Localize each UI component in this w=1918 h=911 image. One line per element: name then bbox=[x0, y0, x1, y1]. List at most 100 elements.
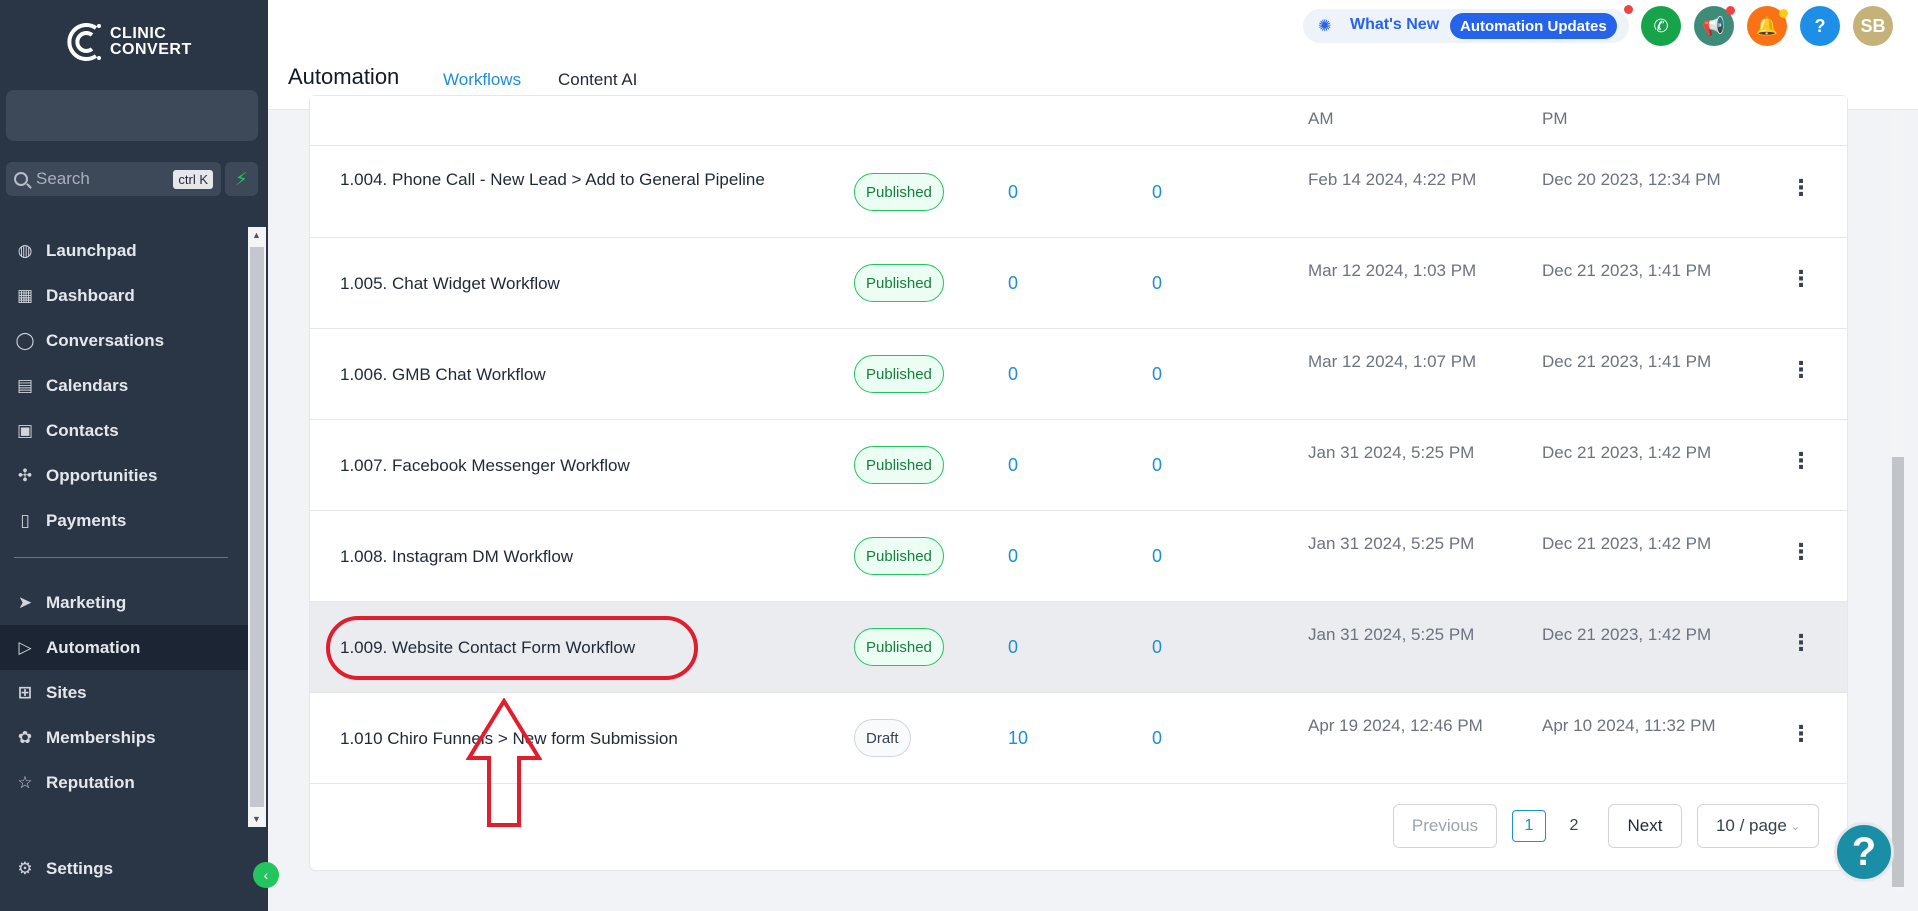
table-row[interactable]: 1.006. GMB Chat Workflow Published 0 0 M… bbox=[310, 329, 1847, 420]
sidebar-item-dashboard[interactable]: ▦ Dashboard bbox=[0, 273, 248, 318]
more-actions-icon[interactable]: ⋮ bbox=[1790, 721, 1812, 747]
enrolled-count[interactable]: 0 bbox=[1008, 271, 1018, 296]
main-scrollbar[interactable] bbox=[1892, 112, 1904, 892]
workflow-name[interactable]: 1.006. GMB Chat Workflow bbox=[340, 362, 780, 387]
workflow-name[interactable]: 1.008. Instagram DM Workflow bbox=[340, 544, 780, 569]
dashboard-icon: ▦ bbox=[16, 285, 34, 305]
active-count[interactable]: 0 bbox=[1152, 362, 1162, 387]
more-actions-icon[interactable]: ⋮ bbox=[1790, 175, 1812, 201]
table-row[interactable]: AM PM bbox=[310, 96, 1847, 146]
table-row[interactable]: 1.005. Chat Widget Workflow Published 0 … bbox=[310, 238, 1847, 329]
more-actions-icon[interactable]: ⋮ bbox=[1790, 539, 1812, 565]
previous-page-button[interactable]: Previous bbox=[1393, 804, 1497, 848]
status-badge: Published bbox=[854, 446, 944, 484]
logo-mark-icon bbox=[67, 23, 101, 61]
sidebar-item-label: Conversations bbox=[46, 330, 165, 350]
active-count[interactable]: 0 bbox=[1152, 635, 1162, 660]
created-date: Dec 21 2023, 1:41 PM bbox=[1542, 352, 1712, 371]
page-size-value: 10 / page bbox=[1715, 816, 1787, 835]
brand-line1: CLINIC bbox=[110, 25, 167, 42]
launchpad-icon: ◍ bbox=[17, 240, 33, 260]
sidebar-scrollbar[interactable]: ▲ ▼ bbox=[248, 227, 266, 827]
automation-updates-button[interactable]: Automation Updates bbox=[1450, 13, 1617, 39]
workflow-name[interactable]: 1.005. Chat Widget Workflow bbox=[340, 271, 780, 296]
help-button[interactable]: ? bbox=[1800, 6, 1840, 46]
table-row[interactable]: 1.007. Facebook Messenger Workflow Publi… bbox=[310, 420, 1847, 511]
sidebar-nav: ◍ Launchpad ▦ Dashboard ◯ Conversations ▤ Ca… bbox=[0, 228, 248, 805]
updated-date: Jan 31 2024, 5:25 PM bbox=[1308, 443, 1475, 462]
updated-date: Apr 19 2024, 12:46 PM bbox=[1308, 716, 1483, 735]
bell-dot bbox=[1779, 9, 1788, 18]
active-count[interactable]: 0 bbox=[1152, 180, 1162, 205]
sidebar-item-calendars[interactable]: ▤ Calendars bbox=[0, 363, 248, 408]
updated-date: Jan 31 2024, 5:25 PM bbox=[1308, 534, 1475, 553]
automation-icon: ▷ bbox=[18, 637, 32, 657]
status-badge: Published bbox=[854, 264, 944, 302]
table-row[interactable]: 1.004. Phone Call - New Lead > Add to Ge… bbox=[310, 147, 1847, 238]
enrolled-count[interactable]: 0 bbox=[1008, 544, 1018, 569]
sidebar-item-launchpad[interactable]: ◍ Launchpad bbox=[0, 228, 248, 273]
more-actions-icon[interactable]: ⋮ bbox=[1790, 448, 1812, 474]
enrolled-count[interactable]: 0 bbox=[1008, 362, 1018, 387]
next-page-button[interactable]: Next bbox=[1608, 804, 1682, 848]
scroll-up-icon[interactable]: ▲ bbox=[252, 230, 261, 240]
main-scroll-thumb[interactable] bbox=[1892, 457, 1904, 887]
search-input[interactable]: Search ctrl K bbox=[6, 162, 221, 196]
updated-date: Feb 14 2024, 4:22 PM bbox=[1308, 170, 1477, 189]
up-arrow-annotation-icon bbox=[466, 698, 542, 827]
page-2-button[interactable]: 2 bbox=[1557, 810, 1591, 842]
memberships-icon: ✿ bbox=[17, 727, 33, 747]
phone-button[interactable]: ✆ bbox=[1641, 6, 1681, 46]
active-count[interactable]: 0 bbox=[1152, 271, 1162, 296]
tab-workflows[interactable]: Workflows bbox=[443, 70, 521, 90]
avatar[interactable]: SB bbox=[1853, 6, 1893, 46]
workflow-name[interactable]: 1.007. Facebook Messenger Workflow bbox=[340, 453, 780, 478]
enrolled-count[interactable]: 0 bbox=[1008, 453, 1018, 478]
more-actions-icon[interactable]: ⋮ bbox=[1790, 266, 1812, 292]
account-switcher[interactable] bbox=[6, 90, 258, 141]
sidebar-item-memberships[interactable]: ✿ Memberships bbox=[0, 715, 248, 760]
sidebar: CLINIC CONVERT Search ctrl K ⚡ ◍ Launchpa… bbox=[0, 0, 279, 911]
active-count[interactable]: 0 bbox=[1152, 726, 1162, 751]
payments-icon: ▯ bbox=[20, 510, 30, 530]
page-1-button[interactable]: 1 bbox=[1512, 810, 1546, 842]
tab-content-ai[interactable]: Content AI bbox=[558, 70, 637, 90]
gear-icon: ⚙ bbox=[17, 859, 33, 878]
sidebar-item-settings[interactable]: ⚙ Settings bbox=[14, 858, 113, 880]
sidebar-item-contacts[interactable]: ▣ Contacts bbox=[0, 408, 248, 453]
sidebar-item-label: Automation bbox=[46, 637, 141, 657]
more-actions-icon[interactable]: ⋮ bbox=[1790, 357, 1812, 383]
active-count[interactable]: 0 bbox=[1152, 544, 1162, 569]
enrolled-count[interactable]: 0 bbox=[1008, 635, 1018, 660]
bell-icon: 🔔 bbox=[1755, 15, 1779, 36]
sidebar-item-reputation[interactable]: ☆ Reputation bbox=[0, 760, 248, 805]
enrolled-count[interactable]: 10 bbox=[1008, 726, 1028, 751]
sidebar-item-conversations[interactable]: ◯ Conversations bbox=[0, 318, 248, 363]
bolt-icon: ⚡ bbox=[235, 168, 248, 189]
page-size-select[interactable]: 10 / page ⌄ bbox=[1697, 804, 1819, 848]
workflow-name[interactable]: 1.010 Chiro Funnels > New form Submissio… bbox=[340, 726, 780, 751]
created-date: Dec 21 2023, 1:42 PM bbox=[1542, 534, 1712, 553]
status-badge: Published bbox=[854, 628, 944, 666]
sidebar-item-opportunities[interactable]: ✣ Opportunities bbox=[0, 453, 248, 498]
quick-actions-button[interactable]: ⚡ bbox=[225, 162, 258, 196]
table-row[interactable]: 1.008. Instagram DM Workflow Published 0… bbox=[310, 511, 1847, 602]
brand-logo[interactable]: CLINIC CONVERT bbox=[66, 20, 192, 64]
active-count[interactable]: 0 bbox=[1152, 453, 1162, 478]
sidebar-item-payments[interactable]: ▯ Payments bbox=[0, 498, 248, 543]
workflow-name[interactable]: 1.004. Phone Call - New Lead > Add to Ge… bbox=[340, 167, 780, 192]
star-icon: ☆ bbox=[17, 772, 33, 792]
enrolled-count[interactable]: 0 bbox=[1008, 180, 1018, 205]
sidebar-item-automation[interactable]: ▷ Automation bbox=[0, 625, 248, 670]
collapse-sidebar-button[interactable]: ‹ bbox=[253, 862, 279, 888]
announcement-dot bbox=[1726, 6, 1735, 15]
whats-new-icon[interactable]: ✺ bbox=[1318, 16, 1331, 36]
notification-dot bbox=[1624, 5, 1633, 14]
sidebar-item-marketing[interactable]: ➤ Marketing bbox=[0, 580, 248, 625]
help-chat-button[interactable]: ? bbox=[1834, 822, 1894, 882]
more-actions-icon[interactable]: ⋮ bbox=[1790, 630, 1812, 656]
sidebar-item-sites[interactable]: ⊞ Sites bbox=[0, 670, 248, 715]
scroll-down-icon[interactable]: ▼ bbox=[252, 814, 261, 824]
sidebar-scroll-thumb[interactable] bbox=[250, 247, 264, 807]
whats-new-link[interactable]: What's New bbox=[1350, 16, 1439, 34]
